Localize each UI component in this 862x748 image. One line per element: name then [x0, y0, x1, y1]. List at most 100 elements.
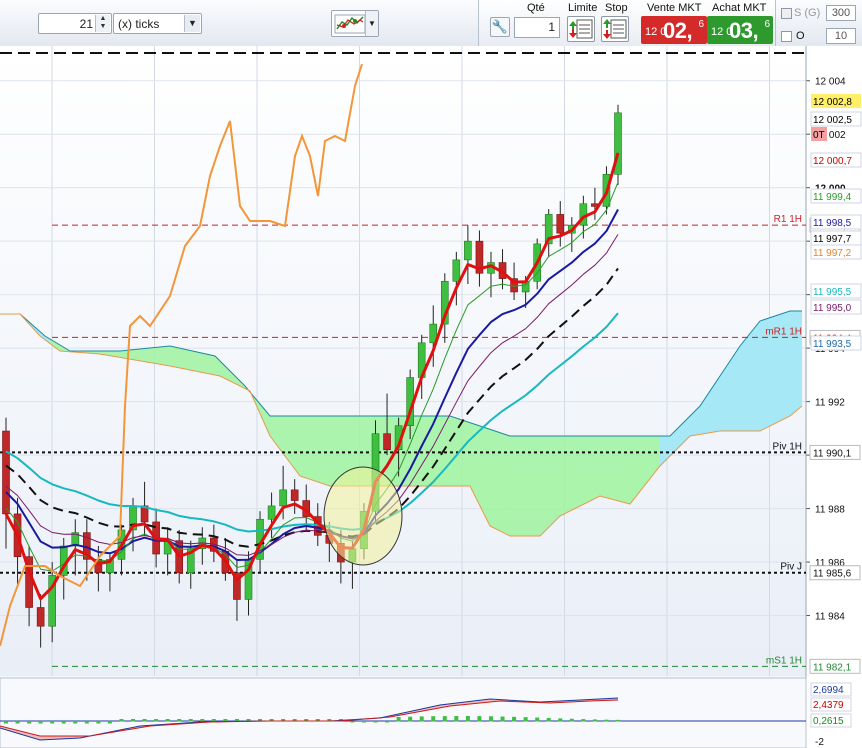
oscillator-bar [38, 721, 43, 724]
wrench-icon[interactable]: 🔧 [490, 17, 510, 37]
oscillator-bar [488, 716, 493, 722]
limit-order-icon [569, 19, 593, 39]
candle-down [556, 214, 565, 234]
pivot-value-label: 11 990,1 [813, 448, 852, 459]
buy-market-button[interactable]: 12 0 03, 6 [707, 16, 773, 44]
axis-tick-label: 11 988 [815, 505, 845, 516]
candle-down [383, 433, 391, 451]
axis-tick-label: 12 004 [815, 77, 846, 88]
oscillator-bar [119, 719, 124, 722]
tick-unit-value: (x) ticks [118, 17, 160, 31]
stop-order-button[interactable] [601, 16, 629, 42]
oscillator-bar [408, 716, 413, 722]
oscillator-bar [350, 721, 355, 723]
axis-tick-label: 11 992 [815, 398, 845, 409]
o-input[interactable]: 10 [826, 28, 856, 44]
oscillator-bar [211, 719, 216, 722]
oscillator-bar [396, 717, 401, 722]
oscillator-bar [604, 719, 609, 722]
oscillator-bar [592, 719, 597, 722]
axis-tick-label: 11 984 [815, 612, 845, 623]
plot-background [0, 46, 806, 676]
candle-up [279, 489, 287, 507]
chevron-down-icon[interactable]: ▼ [365, 11, 378, 36]
oscillator-bar [454, 716, 459, 722]
top-toolbar: 21 ▲▼ (x) ticks ▼ ▼ 🔧 Qté 1 Limite Stop [0, 0, 862, 47]
oscillator-bar [200, 719, 205, 722]
sell-price-sup: 6 [698, 19, 704, 30]
oscillator-bar [188, 719, 193, 722]
pivot-value-label: 11 982,1 [813, 662, 852, 673]
sell-label: Vente MKT [647, 2, 702, 14]
qty-label: Qté [527, 2, 545, 14]
oscillator-bar [385, 721, 390, 723]
candle-down [290, 489, 299, 501]
candle-up [452, 259, 461, 282]
oscillator-bar [373, 721, 378, 723]
oscillator-bar [569, 718, 574, 722]
s-input[interactable]: 300 [826, 5, 856, 21]
oscillator-bar [361, 721, 366, 723]
chart-type-button[interactable]: ▼ [331, 10, 379, 37]
pivot-level-label: Piv J [780, 562, 802, 573]
oscillator-bar [465, 716, 470, 722]
candle-up [267, 505, 276, 520]
limit-label: Limite [568, 2, 598, 14]
price-tag-label: 0T [813, 130, 825, 141]
pivot-level-label: mR1 1H [765, 326, 802, 337]
oscillator-bar [546, 717, 551, 722]
price-tag-label: 12 002,5 [813, 115, 852, 126]
limit-order-button[interactable] [567, 16, 595, 42]
s-checkbox[interactable] [781, 8, 792, 19]
oscillator-bar [27, 721, 32, 724]
oscillator-bar [96, 721, 101, 724]
price-tag-label: 11 999,4 [813, 192, 852, 203]
tick-unit-select[interactable]: (x) ticks ▼ [113, 13, 202, 34]
buy-price-sup: 6 [764, 19, 770, 30]
price-tag-label: 11 995,0 [813, 303, 852, 314]
pivot-level-label: R1 1H [774, 214, 802, 225]
oscillator-tag-label: 2,4379 [813, 700, 844, 711]
oscillator-bar [477, 716, 482, 722]
price-tag-label: 12 000,7 [813, 156, 852, 167]
tick-count-stepper[interactable]: 21 ▲ ▼ [38, 13, 112, 34]
oscillator-bar [523, 717, 528, 722]
price-tag-label: 12 002,8 [813, 97, 852, 108]
candle-up [464, 240, 472, 261]
oscillator-tag-label: 2,6994 [813, 685, 844, 696]
oscillator-bar [581, 719, 586, 722]
oscillator-bar [558, 718, 563, 722]
oscillator-bar [535, 717, 540, 722]
buy-label: Achat MKT [712, 2, 767, 14]
price-tag-label: 11 998,5 [813, 218, 852, 229]
sell-market-button[interactable]: 12 0 02, 6 [641, 16, 707, 44]
pivot-value-label: 11 985,6 [813, 569, 852, 580]
stepper-arrows-icon[interactable]: ▲ ▼ [95, 15, 110, 32]
oscillator-tag-label: 0,2615 [813, 716, 844, 727]
price-tag-label: 11 997,7 [813, 234, 852, 245]
oscillator-bar [431, 716, 436, 722]
pivot-level-label: mS1 1H [766, 655, 802, 666]
candle-down [2, 430, 10, 515]
oscillator-bar [50, 721, 55, 724]
oscillator-bar [512, 716, 517, 722]
price-tag-label: 11 997,2 [813, 248, 852, 259]
chevron-down-icon[interactable]: ▼ [184, 15, 200, 32]
oscillator-bar [177, 719, 182, 722]
oscillator-bar [165, 719, 170, 722]
oscillator-bar [419, 716, 424, 722]
oscillator-bar [61, 721, 66, 724]
price-tag-label: 11 995,5 [813, 287, 852, 298]
o-label: O [796, 30, 805, 42]
qty-input[interactable]: 1 [514, 17, 560, 38]
price-chart[interactable]: 12 00412 00212 00011 99811 99611 99411 9… [0, 46, 862, 748]
oscillator-bar [107, 721, 112, 724]
s-label: S (G) [794, 7, 821, 19]
oscillator-bar [4, 721, 8, 724]
oscillator-bar [131, 719, 136, 722]
oscillator-bar [616, 719, 620, 722]
o-checkbox[interactable] [781, 31, 792, 42]
oscillator-bar [15, 721, 20, 724]
oscillator-bar [500, 716, 505, 722]
sell-price-big: 02, [663, 18, 693, 43]
